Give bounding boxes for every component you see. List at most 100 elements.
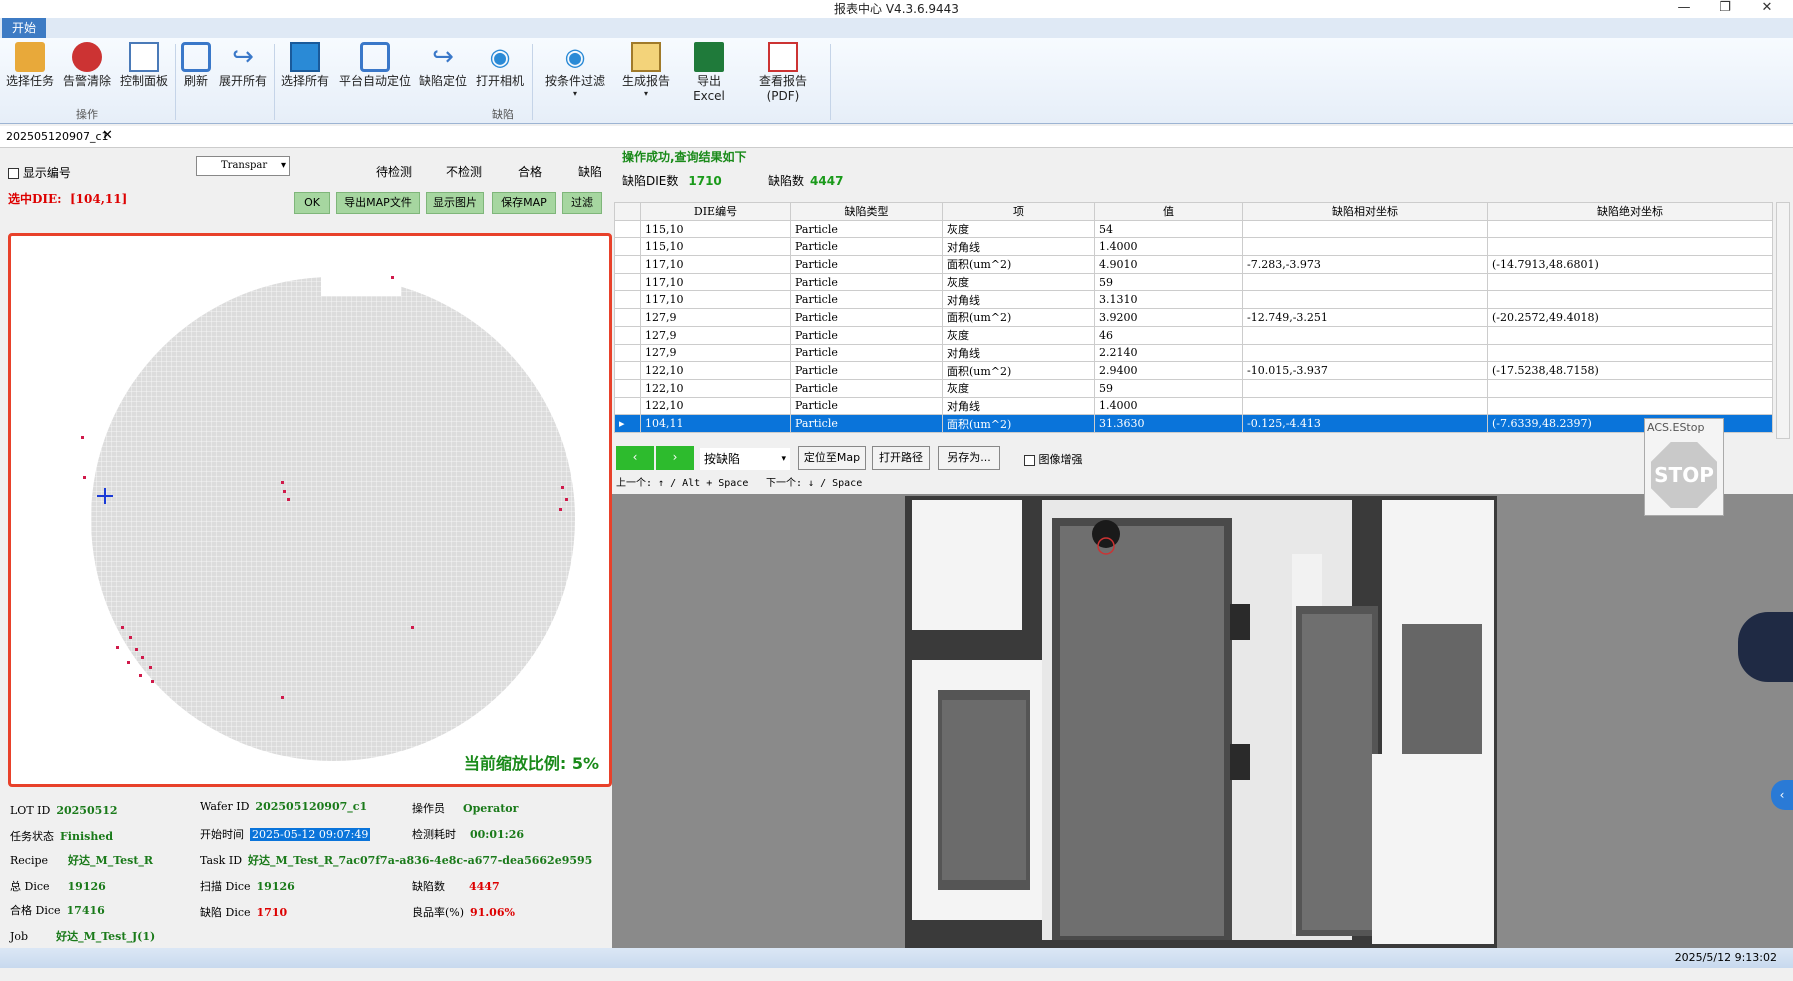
table-cell: -10.015,-3.937: [1242, 361, 1488, 380]
table-cell: 1.4000: [1094, 237, 1243, 257]
export-map-button[interactable]: 导出MAP文件: [336, 192, 420, 214]
table-cell: 灰度: [942, 219, 1095, 239]
table-cell: 115,10: [640, 237, 791, 257]
table-cell: 1.4000: [1094, 396, 1243, 416]
table-row[interactable]: 127,9 Particle 对角线 2.2140: [614, 343, 1773, 363]
defect-die-count: 缺陷DIE数 1710: [622, 174, 722, 188]
minimize-icon[interactable]: —: [1669, 0, 1699, 18]
ok-button[interactable]: OK: [294, 192, 330, 214]
table-row[interactable]: 122,10 Particle 灰度 59: [614, 378, 1773, 398]
show-image-button[interactable]: 显示图片: [426, 192, 484, 214]
ribbon: 选择任务 告警清除 控制面板 刷新 ↪ 展开所有 选择所有 平台自动定位 ↪ 缺陷定…: [0, 38, 1793, 124]
enhance-checkbox[interactable]: 图像增强: [1024, 451, 1083, 467]
floating-monitor-widget[interactable]: [1738, 612, 1793, 682]
table-cell: (-17.5238,48.7158): [1487, 361, 1773, 380]
next-hint: 下一个: ↓ / Space: [766, 478, 863, 489]
column-header[interactable]: 项: [942, 202, 1095, 221]
wafer-id: Wafer ID 202505120907_c1: [200, 800, 368, 813]
zigzag-icon: [360, 42, 390, 72]
table-cell: Particle: [790, 272, 943, 292]
arrow-icon: ↪: [232, 42, 254, 72]
legend-pass: 合格: [518, 165, 543, 179]
table-cell: [1487, 272, 1773, 292]
table-row[interactable]: 117,10 Particle 面积(um^2) 4.9010 -7.283,-3.97…: [614, 255, 1773, 274]
document-tab[interactable]: 202505120907_c1: [6, 130, 109, 143]
column-header[interactable]: 缺陷类型: [790, 202, 943, 221]
elapsed: 检测耗时 00:01:26: [412, 828, 525, 841]
defect-total-count: 缺陷数 4447: [768, 174, 844, 188]
table-row[interactable]: ▸ 104,11 Particle 面积(um^2) 31.3630 -0.125,-4.…: [614, 414, 1773, 433]
select-task-button[interactable]: 选择任务: [6, 42, 54, 89]
restore-icon[interactable]: ❐: [1710, 0, 1740, 18]
table-row[interactable]: 122,10 Particle 面积(um^2) 2.9400 -10.015,-3.9…: [614, 361, 1773, 380]
operator: 操作员 Operator: [412, 802, 519, 815]
next-button[interactable]: ›: [656, 446, 694, 470]
stop-sign-icon: STOP: [1651, 442, 1717, 508]
table-cell: [1487, 396, 1773, 416]
filter-map-button[interactable]: 过滤: [562, 192, 602, 214]
table-cell: Particle: [790, 414, 943, 433]
color-dropdown[interactable]: Transpar ▾: [196, 156, 290, 176]
auto-locate-button[interactable]: 平台自动定位: [338, 42, 412, 89]
defect-image[interactable]: [612, 494, 1793, 948]
folder-icon: [15, 42, 45, 72]
table-cell: 127,9: [640, 343, 791, 363]
table-row[interactable]: 117,10 Particle 对角线 3.1310: [614, 290, 1773, 310]
show-id-checkbox[interactable]: 显示编号: [8, 164, 71, 181]
table-cell: [1242, 325, 1488, 345]
table-header: DIE编号 缺陷类型项值缺陷相对坐标 缺陷绝对坐标: [614, 202, 1773, 221]
save-as-button[interactable]: 另存为...: [938, 446, 1000, 470]
save-map-button[interactable]: 保存MAP: [492, 192, 556, 214]
table-cell: [1487, 290, 1773, 310]
generate-report-button[interactable]: 生成报告 ▾: [620, 42, 672, 98]
refresh-button[interactable]: 刷新: [180, 42, 212, 89]
table-row[interactable]: 122,10 Particle 对角线 1.4000: [614, 396, 1773, 416]
export-excel-button[interactable]: 导出Excel: [682, 42, 736, 103]
table-row[interactable]: 127,9 Particle 面积(um^2) 3.9200 -12.749,-3.25…: [614, 308, 1773, 327]
table-cell: [1487, 343, 1773, 363]
expand-all-button[interactable]: ↪ 展开所有: [218, 42, 268, 89]
open-path-button[interactable]: 打开路径: [872, 446, 930, 470]
chevron-left-icon: ‹: [632, 450, 638, 464]
mode-select[interactable]: 按缺陷 ▾: [700, 448, 790, 470]
column-header[interactable]: 缺陷相对坐标: [1242, 202, 1488, 221]
pdf-icon: [768, 42, 798, 72]
row-indicator-header: [614, 202, 641, 221]
view-pdf-button[interactable]: 查看报告(PDF): [744, 42, 822, 103]
table-row[interactable]: 115,10 Particle 对角线 1.4000: [614, 237, 1773, 257]
job: Job 好达_M_Test_J(1): [10, 930, 156, 943]
eye-icon: ◉: [564, 43, 586, 71]
table-cell: -7.283,-3.973: [1242, 255, 1488, 274]
column-header[interactable]: DIE编号: [640, 202, 791, 221]
estop-widget[interactable]: ACS.EStop STOP: [1644, 418, 1724, 516]
side-expand-button[interactable]: ‹: [1771, 780, 1793, 810]
control-panel-button[interactable]: 控制面板: [119, 42, 169, 89]
table-cell: (-14.7913,48.6801): [1487, 255, 1773, 274]
table-scrollbar[interactable]: [1776, 202, 1790, 439]
chevron-down-icon: ▾: [781, 454, 786, 464]
table-cell: Particle: [790, 396, 943, 416]
total-dice: 总 Dice 19126: [10, 880, 106, 893]
wafer-map[interactable]: [11, 236, 609, 784]
yield: 良品率(%) 91.06%: [412, 906, 515, 919]
row-indicator: ▸: [614, 414, 641, 433]
table-cell: 127,9: [640, 308, 791, 327]
locate-map-button[interactable]: 定位至Map: [798, 446, 866, 470]
table-row[interactable]: 115,10 Particle 灰度 54: [614, 219, 1773, 239]
close-icon[interactable]: ✕: [1752, 0, 1782, 18]
filter-button[interactable]: ◉ 按条件过滤 ▾: [544, 42, 606, 98]
close-tab-icon[interactable]: ✕: [102, 128, 113, 143]
table-cell: 2.2140: [1094, 343, 1243, 363]
select-all-button[interactable]: 选择所有: [280, 42, 330, 89]
table-row[interactable]: 117,10 Particle 灰度 59: [614, 272, 1773, 292]
table-row[interactable]: 127,9 Particle 灰度 46: [614, 325, 1773, 345]
column-header[interactable]: 缺陷绝对坐标: [1487, 202, 1773, 221]
open-camera-button[interactable]: ◉ 打开相机: [474, 42, 526, 89]
table-cell: 2.9400: [1094, 361, 1243, 380]
defect-locate-button[interactable]: ↪ 缺陷定位: [418, 42, 468, 89]
prev-button[interactable]: ‹: [616, 446, 654, 470]
tab-start[interactable]: 开始: [2, 18, 46, 38]
column-header[interactable]: 值: [1094, 202, 1243, 221]
table-cell: 122,10: [640, 378, 791, 398]
clear-alarm-button[interactable]: 告警清除: [62, 42, 112, 89]
